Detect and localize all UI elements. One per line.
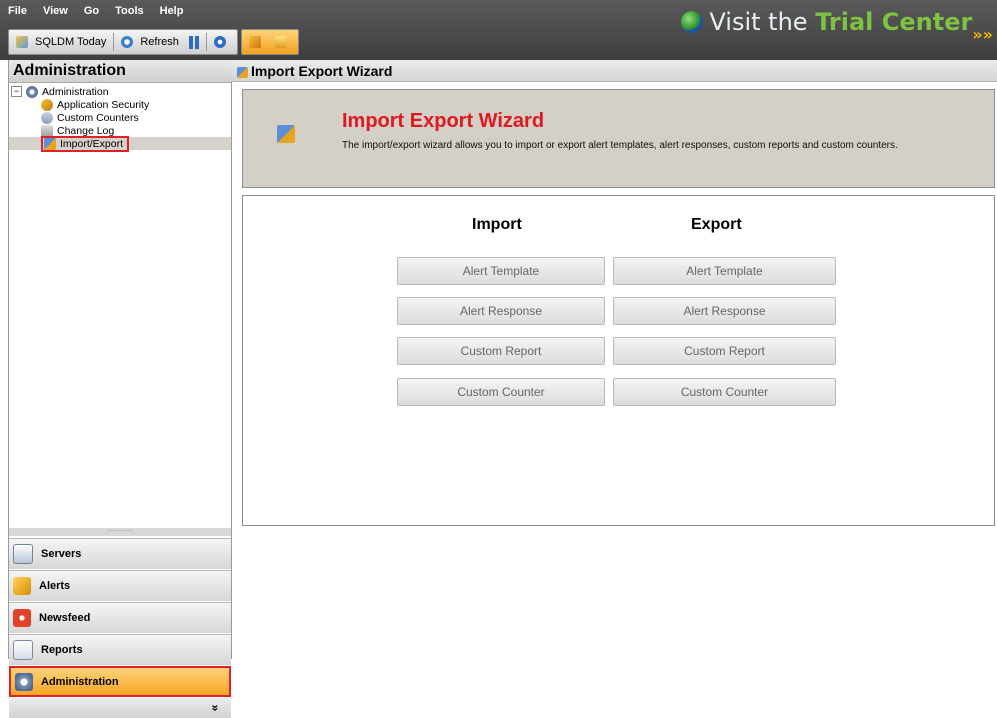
sort-button[interactable] xyxy=(272,36,294,48)
tree-root-label: Administration xyxy=(42,85,109,98)
administration-gear-icon xyxy=(15,672,33,691)
wizard-header-panel: Import Export Wizard The import/export w… xyxy=(242,89,995,188)
refresh-button[interactable]: Refresh xyxy=(118,36,182,48)
pause-icon xyxy=(188,35,199,49)
admin-tree: − Administration Application Security Cu… xyxy=(9,83,231,152)
navigation-pane: Servers Alerts Newsfeed Reports Administ… xyxy=(9,538,231,718)
nav-label: Reports xyxy=(41,644,83,656)
pause-button[interactable] xyxy=(186,35,202,49)
sqldm-today-label: SQLDM Today xyxy=(35,36,107,48)
help-button[interactable] xyxy=(211,36,233,48)
import-export-wizard-icon xyxy=(277,125,295,143)
main-title-label: Import Export Wizard xyxy=(251,63,393,79)
back-forward-button[interactable] xyxy=(246,36,268,48)
import-export-icon xyxy=(44,137,56,150)
nav-newsfeed[interactable]: Newsfeed xyxy=(9,602,231,633)
wizard-title: Import Export Wizard xyxy=(342,110,545,132)
trial-center-text: Visit the Trial Center xyxy=(709,8,972,36)
wizard-body-panel: Import Export Alert Template Alert Respo… xyxy=(242,195,995,526)
trial-center-link[interactable]: Visit the Trial Center »» xyxy=(681,8,993,44)
tree-item-label: Custom Counters xyxy=(57,111,139,124)
tree-item-label: Import/Export xyxy=(60,137,124,150)
nav-reports[interactable]: Reports xyxy=(9,634,231,665)
menu-bar: File View Go Tools Help xyxy=(0,0,191,22)
tree-item-label: Application Security xyxy=(57,98,150,111)
tree-item-import-export[interactable]: Import/Export xyxy=(9,135,231,152)
help-icon xyxy=(213,36,226,48)
export-alert-response-button[interactable]: Alert Response xyxy=(613,297,836,325)
nav-label: Alerts xyxy=(39,580,71,592)
sqldm-today-icon xyxy=(16,36,28,48)
security-user-icon xyxy=(41,98,53,111)
main-pane-title: Import Export Wizard xyxy=(231,60,997,82)
left-pane-header: Administration xyxy=(9,60,231,83)
nav-label: Administration xyxy=(41,675,119,688)
export-custom-counter-button[interactable]: Custom Counter xyxy=(613,378,836,406)
chevron-down-icon: » xyxy=(208,704,223,712)
import-custom-counter-button[interactable]: Custom Counter xyxy=(397,378,605,406)
import-custom-report-button[interactable]: Custom Report xyxy=(397,337,605,365)
nav-overflow-button[interactable]: » xyxy=(9,698,231,718)
toolbar-separator xyxy=(113,33,115,51)
import-export-icon xyxy=(237,66,248,78)
toolbar-group-nav xyxy=(240,29,299,55)
left-pane: Administration − Administration Applicat… xyxy=(8,60,232,718)
arrows-icon xyxy=(248,36,261,48)
collapse-icon[interactable]: − xyxy=(11,86,22,97)
toolbar-group-main: SQLDM Today Refresh xyxy=(8,29,238,55)
chevrons-icon: »» xyxy=(972,24,993,44)
menu-view[interactable]: View xyxy=(35,5,76,17)
main-toolbar: SQLDM Today Refresh xyxy=(8,29,299,55)
nav-label: Newsfeed xyxy=(39,612,91,624)
export-alert-template-button[interactable]: Alert Template xyxy=(613,257,836,285)
refresh-label: Refresh xyxy=(140,36,179,48)
wizard-description: The import/export wizard allows you to i… xyxy=(342,140,898,151)
newsfeed-icon xyxy=(13,609,31,627)
import-alert-response-button[interactable]: Alert Response xyxy=(397,297,605,325)
title-toolbar-area: File View Go Tools Help SQLDM Today Refr… xyxy=(0,0,997,60)
trial-accent: Trial Center xyxy=(815,8,973,36)
counter-icon xyxy=(41,111,53,124)
import-alert-template-button[interactable]: Alert Template xyxy=(397,257,605,285)
trial-prefix: Visit the xyxy=(709,8,816,36)
toolbar-separator xyxy=(205,33,207,51)
reports-icon xyxy=(13,640,33,660)
nav-label: Servers xyxy=(41,548,82,560)
refresh-icon xyxy=(121,36,134,48)
up-down-arrows-icon xyxy=(274,36,287,48)
nav-splitter[interactable]: ·········· xyxy=(9,527,231,536)
gear-icon xyxy=(26,85,38,98)
nav-alerts[interactable]: Alerts xyxy=(9,570,231,601)
globe-icon xyxy=(681,11,704,33)
tree-item-custom-counters[interactable]: Custom Counters xyxy=(9,111,231,124)
import-export-highlight: Import/Export xyxy=(41,135,130,152)
export-custom-report-button[interactable]: Custom Report xyxy=(613,337,836,365)
menu-go[interactable]: Go xyxy=(76,5,107,17)
alerts-icon xyxy=(13,577,31,595)
tree-root-administration[interactable]: − Administration xyxy=(9,85,231,98)
tree-item-application-security[interactable]: Application Security xyxy=(9,98,231,111)
import-column-header: Import xyxy=(472,216,522,233)
servers-icon xyxy=(13,544,33,564)
menu-tools[interactable]: Tools xyxy=(107,5,152,17)
export-column-header: Export xyxy=(691,216,742,233)
nav-servers[interactable]: Servers xyxy=(9,538,231,569)
nav-administration[interactable]: Administration xyxy=(9,666,231,697)
menu-file[interactable]: File xyxy=(0,5,35,17)
sqldm-today-button[interactable]: SQLDM Today xyxy=(13,36,109,48)
menu-help[interactable]: Help xyxy=(152,5,192,17)
